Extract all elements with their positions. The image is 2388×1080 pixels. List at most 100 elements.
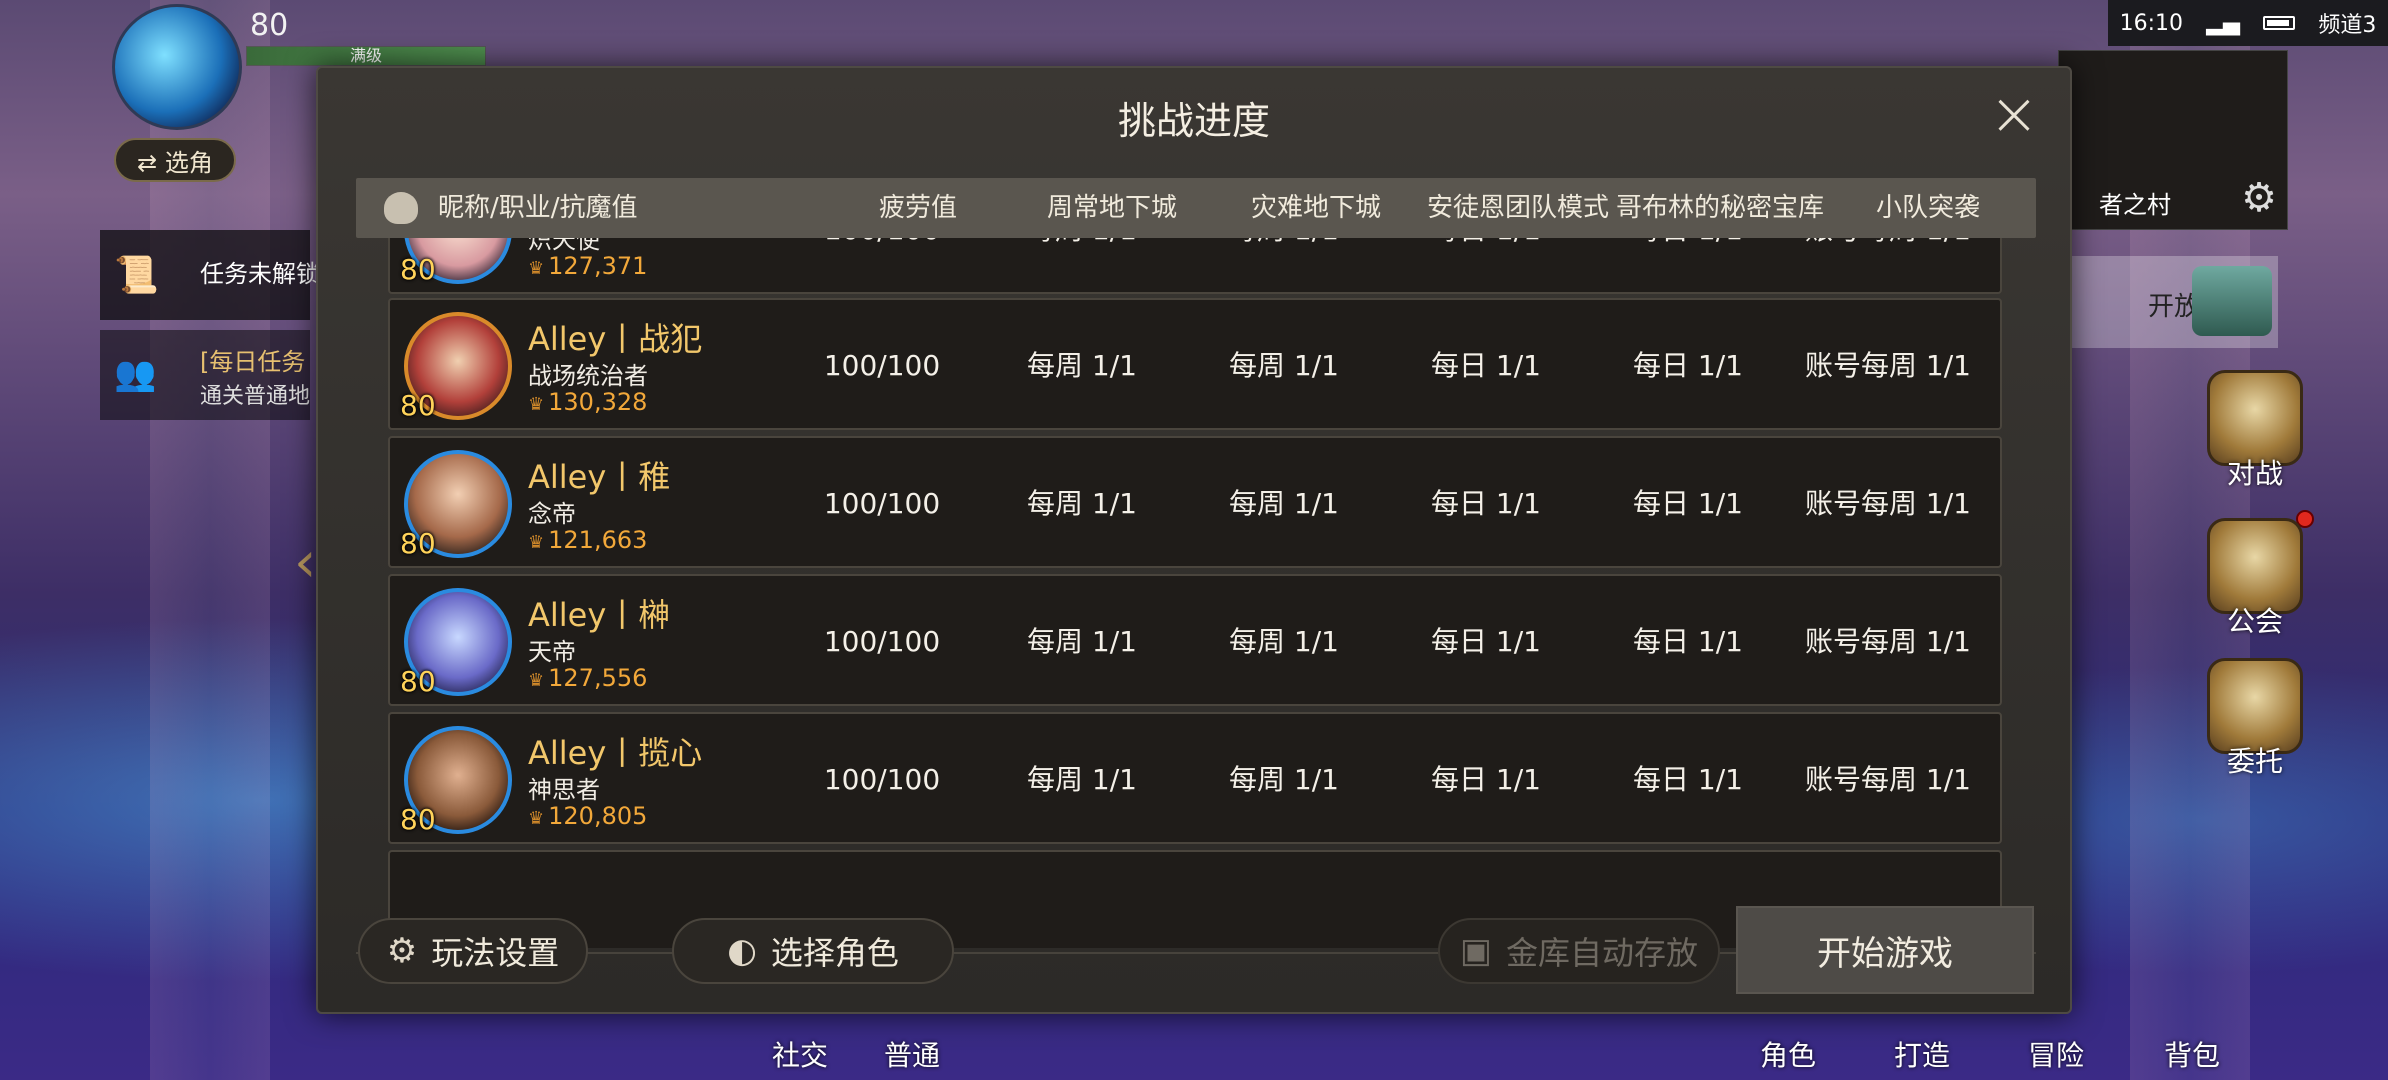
character-level: 80 [400, 665, 436, 698]
table-row[interactable]: 80 Alley丨揽心 神思者 ♛ 120,805 100/100 每周 1/1 … [388, 712, 2002, 844]
character-power-value: 120,805 [548, 802, 648, 830]
character-name: Alley丨稚 [528, 458, 671, 496]
guild-label: 公会 [2226, 605, 2283, 638]
table-row[interactable]: 80 Alley丨稚 念帝 ♛ 121,663 100/100 每周 1/1 每周… [388, 436, 2002, 568]
village-minimap[interactable]: 者之村 ⚙ [2058, 50, 2288, 230]
character-job: 天帝 [528, 638, 576, 666]
nav-craft[interactable]: 打造 [1894, 1034, 1950, 1074]
scroll-icon: 📜 [114, 255, 159, 296]
anton-raid-value: 每日 1/1 [1431, 238, 1541, 296]
character-list[interactable]: 80 炽天使 ♛127,371 100/100 每周 1/1 每周 1/1 每日… [388, 238, 2002, 948]
daily-task-panel[interactable]: 👥 [每日任务 通关普通地 [100, 330, 310, 420]
gear-icon[interactable]: ⚙ [2241, 175, 2277, 221]
disaster-dungeon-value: 每周 1/1 [1229, 238, 1339, 296]
start-game-button[interactable]: 开始游戏 [1736, 906, 2034, 994]
header-weekly-dungeon: 周常地下城 [1046, 193, 1178, 223]
header-fatigue: 疲劳值 [878, 193, 958, 223]
daily-task-title: [每日任务 [200, 348, 306, 376]
header-anton-raid: 安徒恩团队模式 [1426, 193, 1610, 223]
character-power: ♛ 120,805 [528, 802, 647, 830]
character-name: Alley丨揽心 [528, 734, 703, 772]
nav-social[interactable]: 社交 [772, 1034, 828, 1074]
table-row[interactable]: 80 Alley丨榊 天帝 ♛ 127,556 100/100 每周 1/1 每周… [388, 574, 2002, 706]
vault-icon: ▣ [1459, 931, 1493, 971]
character-name: Alley丨战犯 [528, 320, 703, 358]
goblin-vault-value: 每日 1/1 [1633, 487, 1743, 520]
character-job: 念帝 [528, 500, 576, 528]
shield-icon [384, 192, 418, 224]
anton-raid-value: 每日 1/1 [1431, 487, 1541, 520]
battle-label: 对战 [2226, 457, 2283, 490]
weekly-dungeon-value: 每周 1/1 [1027, 487, 1137, 520]
character-power: ♛ 130,328 [528, 388, 647, 416]
goblin-vault-value: 每日 1/1 [1633, 238, 1743, 296]
system-status-bar: 16:10 ▂▄ 频道3 [2108, 0, 2388, 46]
daily-task-sub: 通关普通地 [200, 384, 311, 409]
crown-icon: ♛ [528, 394, 545, 415]
table-row[interactable]: 80 炽天使 ♛127,371 100/100 每周 1/1 每周 1/1 每日… [388, 238, 2002, 294]
squad-raid-value: 账号每周 1/1 [1805, 349, 1971, 382]
clock-text: 16:10 [2119, 10, 2183, 36]
character-level: 80 [400, 253, 436, 286]
fatigue-value: 100/100 [823, 349, 941, 382]
village-label: 者之村 [2099, 191, 2171, 219]
character-level: 80 [400, 527, 436, 560]
chest-icon [2192, 266, 2272, 336]
header-squad-raid: 小队突袭 [1875, 193, 1981, 223]
weekly-dungeon-value: 每周 1/1 [1027, 763, 1137, 796]
disaster-dungeon-value: 每周 1/1 [1229, 625, 1339, 658]
dialog-title: 挑战进度 [1117, 99, 1270, 143]
crown-icon: ♛ [528, 258, 545, 279]
fatigue-value: 100/100 [823, 625, 941, 658]
character-level: 80 [400, 803, 436, 836]
select-character-button[interactable]: ◐ 选择角色 [672, 918, 954, 984]
commission-button[interactable]: 委托 [2200, 658, 2310, 780]
group-icon: 👥 [114, 354, 157, 394]
weekly-dungeon-value: 每周 1/1 [1027, 238, 1137, 296]
signal-icon: ▂▄ [2206, 10, 2241, 36]
disaster-dungeon-value: 每周 1/1 [1229, 487, 1339, 520]
level-bar-label: 满级 [247, 47, 485, 65]
select-character-label: 选择角色 [770, 934, 899, 972]
character-level: 80 [400, 389, 436, 422]
character-power-value: 121,663 [548, 526, 648, 554]
character-power-value: 127,371 [548, 252, 648, 280]
channel-text: 频道3 [2318, 13, 2377, 38]
anton-raid-value: 每日 1/1 [1431, 763, 1541, 796]
character-power: ♛ 127,371 [528, 252, 647, 280]
character-job: 战场统治者 [528, 362, 648, 390]
close-icon[interactable]: × [1986, 84, 2042, 144]
character-job: 神思者 [528, 776, 600, 804]
table-row[interactable]: 80 Alley丨战犯 战场统治者 ♛ 130,328 100/100 每周 1/… [388, 298, 2002, 430]
goblin-vault-value: 每日 1/1 [1633, 763, 1743, 796]
squad-raid-value: 账号每周 1/1 [1805, 238, 1971, 296]
squad-raid-value: 账号每周 1/1 [1805, 763, 1971, 796]
auto-store-label: 金库自动存放 [1506, 934, 1699, 972]
level-bar: 满级 [246, 46, 486, 66]
fatigue-value: 100/100 [823, 487, 941, 520]
chevron-left-icon[interactable]: ‹ [294, 530, 316, 595]
disaster-dungeon-value: 每周 1/1 [1229, 349, 1339, 382]
player-avatar[interactable] [112, 4, 242, 130]
switch-role-button[interactable]: ⇄ 选角 [114, 138, 236, 182]
gear-icon: ⚙ [386, 931, 418, 971]
weekly-dungeon-value: 每周 1/1 [1027, 625, 1137, 658]
character-power-value: 130,328 [548, 388, 648, 416]
fatigue-value: 100/100 [823, 763, 941, 796]
header-goblin-vault: 哥布林的秘密宝库 [1615, 193, 1825, 223]
battle-button[interactable]: 对战 [2200, 370, 2310, 492]
nav-character[interactable]: 角色 [1760, 1034, 1816, 1074]
table-header: 昵称/职业/抗魔值 疲劳值 周常地下城 灾难地下城 安徒恩团队模式 哥布林的秘密… [356, 178, 2036, 238]
nav-normal[interactable]: 普通 [884, 1034, 940, 1074]
anton-raid-value: 每日 1/1 [1431, 625, 1541, 658]
guild-button[interactable]: 公会 [2200, 518, 2310, 640]
play-settings-button[interactable]: ⚙ 玩法设置 [358, 918, 588, 984]
task-text: 任务未解锁 [200, 260, 320, 288]
goblin-vault-value: 每日 1/1 [1633, 625, 1743, 658]
nav-bag[interactable]: 背包 [2164, 1034, 2220, 1074]
auto-store-button[interactable]: ▣ 金库自动存放 [1438, 918, 1720, 984]
character-power: ♛ 127,556 [528, 664, 647, 692]
play-settings-label: 玩法设置 [431, 934, 560, 972]
task-panel[interactable]: 📜 任务未解锁 [100, 230, 320, 320]
nav-adventure[interactable]: 冒险 [2028, 1034, 2084, 1074]
